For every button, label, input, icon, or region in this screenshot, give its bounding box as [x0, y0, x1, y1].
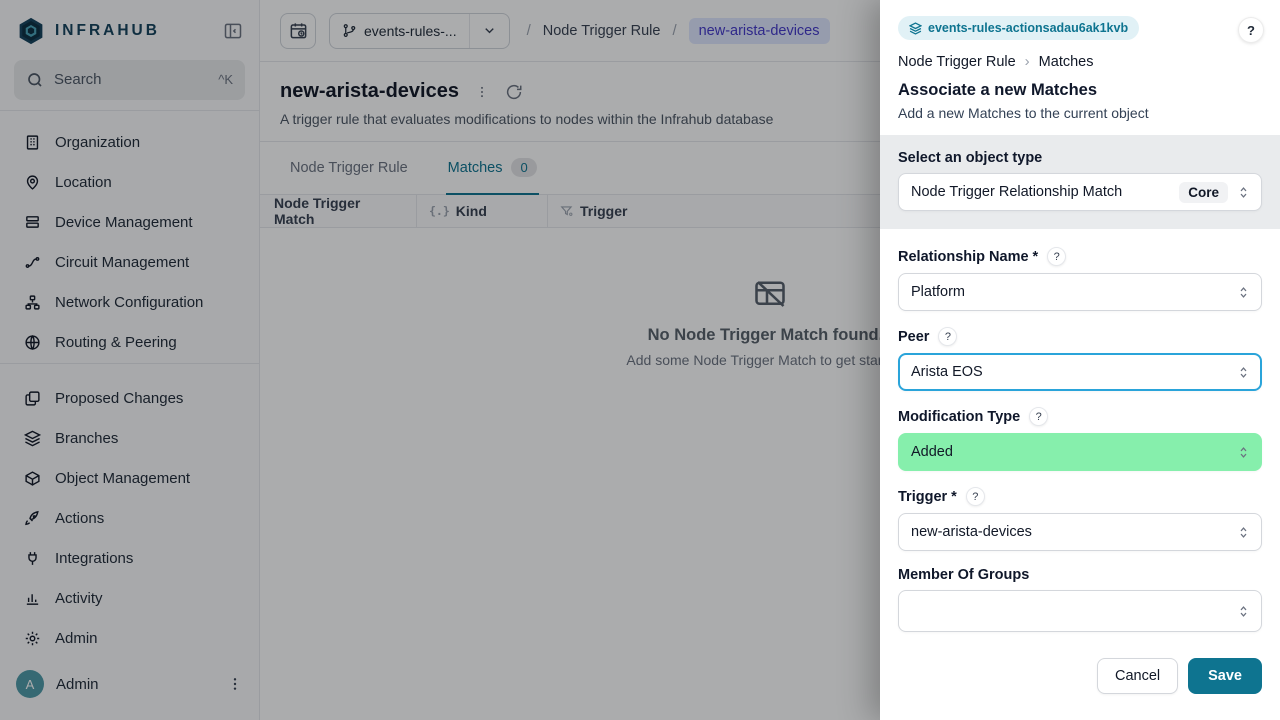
field-trigger: Trigger * ? new-arista-devices	[898, 487, 1262, 551]
select-value: Platform	[911, 284, 965, 300]
save-button[interactable]: Save	[1188, 658, 1262, 694]
chevron-up-down-icon	[1236, 285, 1251, 300]
field-label: Peer	[898, 329, 929, 345]
field-label: Modification Type	[898, 409, 1020, 425]
drawer-breadcrumb-separator: ›	[1025, 53, 1030, 70]
core-badge: Core	[1179, 182, 1228, 203]
field-member-of-groups: Member Of Groups	[898, 567, 1262, 632]
field-peer: Peer ? Arista EOS	[898, 327, 1262, 391]
select-value: Added	[911, 444, 953, 460]
select-value: new-arista-devices	[911, 524, 1032, 540]
chevron-up-down-icon	[1236, 185, 1251, 200]
branch-badge[interactable]: events-rules-actionsadau6ak1kvb	[898, 16, 1139, 40]
layers-icon	[909, 22, 922, 35]
branch-badge-label: events-rules-actionsadau6ak1kvb	[928, 21, 1128, 35]
field-label: Relationship Name *	[898, 249, 1038, 265]
drawer-breadcrumb-parent[interactable]: Node Trigger Rule	[898, 54, 1016, 70]
drawer-form: Relationship Name * ? Platform Peer ? Ar…	[880, 229, 1280, 720]
drawer-subtitle: Add a new Matches to the current object	[898, 105, 1264, 121]
object-type-section: Select an object type Node Trigger Relat…	[880, 135, 1280, 229]
drawer-header: events-rules-actionsadau6ak1kvb ? Node T…	[880, 0, 1280, 135]
field-relationship-name: Relationship Name * ? Platform	[898, 247, 1262, 311]
app-root: INFRAHUB Search ^K Organization Location	[0, 0, 1280, 720]
help-icon[interactable]: ?	[938, 327, 957, 346]
object-type-label: Select an object type	[898, 150, 1042, 166]
select-value: Arista EOS	[911, 364, 983, 380]
help-icon[interactable]: ?	[1029, 407, 1048, 426]
relationship-name-select[interactable]: Platform	[898, 273, 1262, 311]
help-icon[interactable]: ?	[966, 487, 985, 506]
field-label: Trigger *	[898, 489, 957, 505]
member-of-groups-select[interactable]	[898, 590, 1262, 632]
object-type-select[interactable]: Node Trigger Relationship Match Core	[898, 173, 1262, 211]
chevron-up-down-icon	[1236, 445, 1251, 460]
chevron-up-down-icon	[1236, 525, 1251, 540]
object-type-value: Node Trigger Relationship Match	[911, 184, 1122, 200]
help-button[interactable]: ?	[1238, 17, 1264, 43]
drawer-breadcrumb-current: Matches	[1039, 54, 1094, 70]
peer-select[interactable]: Arista EOS	[898, 353, 1262, 391]
chevron-up-down-icon	[1236, 604, 1251, 619]
field-label: Member Of Groups	[898, 567, 1029, 583]
modification-type-select[interactable]: Added	[898, 433, 1262, 471]
drawer-breadcrumb: Node Trigger Rule › Matches	[898, 53, 1264, 70]
cancel-button[interactable]: Cancel	[1097, 658, 1178, 694]
field-modification-type: Modification Type ? Added	[898, 407, 1262, 471]
help-icon[interactable]: ?	[1047, 247, 1066, 266]
chevron-up-down-icon	[1236, 365, 1251, 380]
trigger-select[interactable]: new-arista-devices	[898, 513, 1262, 551]
associate-matches-drawer: events-rules-actionsadau6ak1kvb ? Node T…	[880, 0, 1280, 720]
drawer-title: Associate a new Matches	[898, 81, 1264, 100]
drawer-footer: Cancel Save	[898, 658, 1262, 702]
